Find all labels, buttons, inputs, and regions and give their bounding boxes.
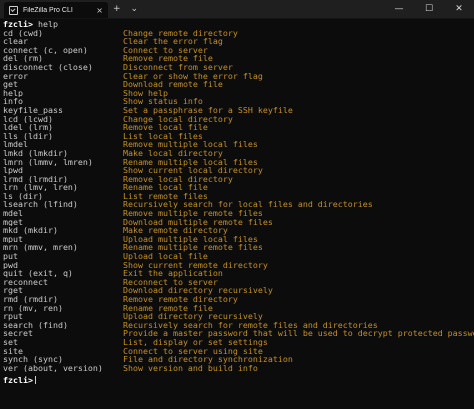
command-name: lcd (lcwd) [3,114,53,124]
command-name: lmrn (lmmv, lmren) [3,157,93,167]
tab-title: FileZilla Pro CLI [23,6,73,14]
command-row: keyfile_pass Set a passphrase for a SSH k… [3,106,474,115]
terminal-output[interactable]: fzcli> help cd (cwd) Change remote direct… [3,20,474,385]
command-name: quit (exit, q) [3,269,73,278]
command-name: mkd (mkdir) [3,226,58,235]
chevron-down-icon[interactable]: ⌄ [126,0,144,18]
command-name: ls (dir) [3,191,43,201]
command-name: connect (c, open) [3,45,88,55]
command-name: ver (about, version) [3,363,103,373]
title-bar: FileZilla Pro CLI × + ⌄ — ☐ ✕ [0,0,474,19]
command-name: mdel [3,209,23,218]
command-row: lmdel Remove multiple local files [3,140,474,149]
command-row: clear Clear the error flag [3,37,474,46]
command-name: reconnect [3,277,48,287]
title-bar-drag-area[interactable] [143,0,384,18]
command-name: cd (cwd) [3,28,43,38]
tab-close-icon[interactable]: × [96,6,103,15]
command-row: mget Download multiple remote files [3,218,474,227]
command-name: put [3,252,18,261]
command-name: mrn (mmv, mren) [3,243,78,253]
command-name: del (rm) [3,54,43,63]
help-command-list: cd (cwd) Change remote directory clear Clea… [3,28,474,373]
command-row: ldel (lrm) Remove local file [3,123,474,132]
minimize-button[interactable]: — [384,0,414,18]
command-row: lrn (lmv, lren) Rename local file [3,183,474,192]
command-row: quit (exit, q) Exit the application [3,269,474,278]
command-row: pwd Show current remote directory [3,261,474,270]
command-row: lrmd (lrmdir) Remove local directory [3,175,474,184]
new-tab-button[interactable]: + [108,0,126,18]
command-name: secret [3,329,33,338]
command-row: connect (c, open) Connect to server [3,46,474,55]
command-name: set [3,337,18,347]
command-name: lls (ldir) [3,131,53,141]
command-row: lpwd Show current local directory [3,166,474,175]
command-name: lmkd (lmkdir) [3,148,68,158]
active-prompt-line[interactable]: fzcli> [3,376,474,385]
command-name: ldel (lrm) [3,123,53,132]
command-description: Show version and build info [123,362,258,373]
command-name: site [3,346,23,356]
command-name: pwd [3,260,18,270]
command-name: synch (sync) [3,355,63,364]
command-name: lrmd (lrmdir) [3,174,68,184]
command-row: mrn (mmv, mren) Rename multiple remote fi… [3,243,474,252]
command-row: ver (about, version) Show version and bui… [3,364,474,373]
prompt-line: fzcli> help [3,20,474,29]
command-row: help Show help [3,89,474,98]
command-row: cd (cwd) Change remote directory [3,28,474,38]
command-name: lsearch (lfind) [3,200,78,210]
typed-command: help [32,19,58,29]
command-name: rput [3,312,23,321]
command-row: rget Download directory recursively [3,286,474,295]
tab-filezilla-cli[interactable]: FileZilla Pro CLI × [4,2,108,18]
command-name: rn (mv, ren) [3,303,63,313]
maximize-button[interactable]: ☐ [414,0,444,18]
prompt: fzcli> [3,375,33,386]
command-name: mget [3,217,23,227]
close-button[interactable]: ✕ [444,0,474,18]
command-name: help [3,88,23,98]
terminal-icon [9,5,18,15]
command-row: rmd (rmdir) Remove remote directory [3,295,474,304]
command-name: disconnect (close) [3,62,93,72]
command-name: lmdel [3,140,28,149]
text-cursor [34,376,36,385]
command-name: lpwd [3,166,23,175]
terminal-window: FileZilla Pro CLI × + ⌄ — ☐ ✕ fzcli> hel… [0,0,474,409]
command-row: del (rm) Remove remote file [3,54,474,63]
command-name: keyfile_pass [3,105,63,115]
command-row: error Clear or show the error flag [3,71,474,81]
command-name: rmd (rmdir) [3,295,58,304]
command-name: rget [3,286,23,295]
command-name: error [3,71,28,81]
prompt: fzcli> [3,19,33,29]
command-name: search (find) [3,320,68,330]
command-row: get Download remote file [3,80,474,89]
command-name: clear [3,37,28,46]
command-name: mput [3,234,23,244]
command-name: info [3,97,23,106]
command-row: lcd (lcwd) Change local directory [3,114,474,124]
command-name: get [3,80,18,89]
command-name: lrn (lmv, lren) [3,183,78,192]
